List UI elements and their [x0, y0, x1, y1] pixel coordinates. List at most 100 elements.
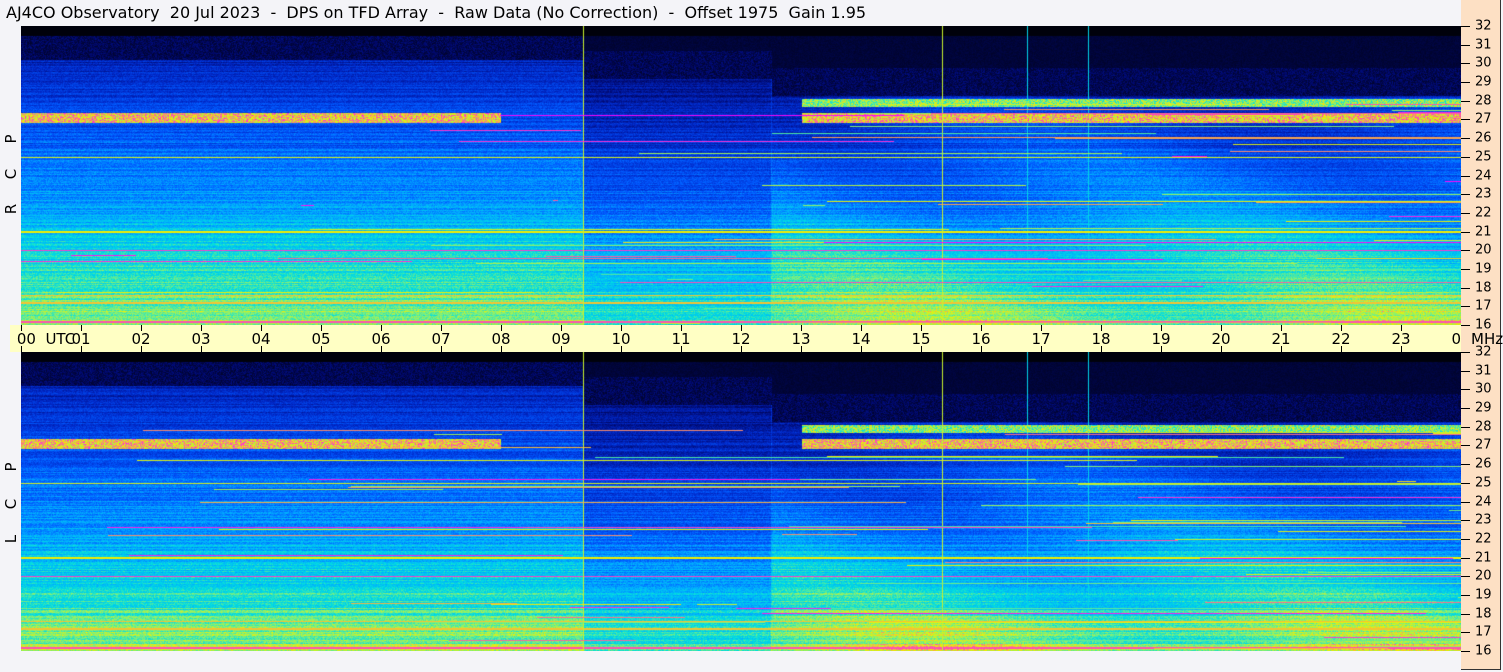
freq-label: 23	[1475, 512, 1492, 528]
freq-tick	[1461, 482, 1470, 484]
freq-tick	[1461, 82, 1470, 84]
chart-title: AJ4CO Observatory 20 Jul 2023 - DPS on T…	[6, 3, 867, 22]
time-label: 00 UTC	[16, 330, 76, 348]
freq-label: 22	[1475, 205, 1492, 221]
freq-tick	[1461, 175, 1470, 177]
time-label: 09	[551, 330, 571, 348]
time-label: 05	[311, 330, 331, 348]
freq-label: 25	[1475, 475, 1492, 491]
freq-tick	[1461, 520, 1470, 522]
freq-label: 29	[1475, 74, 1492, 90]
time-label: 11	[671, 330, 691, 348]
time-label: 01	[71, 330, 91, 348]
freq-label: 19	[1475, 261, 1492, 277]
freq-label: 30	[1475, 381, 1492, 397]
time-label: 07	[431, 330, 451, 348]
freq-label: 28	[1475, 419, 1492, 435]
time-label: 08	[491, 330, 511, 348]
freq-label: 28	[1475, 93, 1492, 109]
freq-label: 29	[1475, 400, 1492, 416]
freq-label: 26	[1475, 456, 1492, 472]
time-label: 06	[371, 330, 391, 348]
freq-tick	[1461, 576, 1470, 578]
freq-label: 18	[1475, 280, 1492, 296]
freq-tick	[1461, 557, 1470, 559]
time-label: 19	[1151, 330, 1171, 348]
freq-label: 31	[1475, 363, 1492, 379]
freq-tick	[1461, 370, 1470, 372]
freq-label: 20	[1475, 568, 1492, 584]
freq-label: 26	[1475, 130, 1492, 146]
time-label: 21	[1271, 330, 1291, 348]
freq-tick	[1461, 651, 1470, 652]
freq-label: 16	[1475, 643, 1492, 659]
freq-tick	[1461, 212, 1470, 214]
time-label: 04	[251, 330, 271, 348]
freq-label: 19	[1475, 587, 1492, 603]
polarization-label-p: P	[2, 134, 20, 144]
freq-label: 30	[1475, 55, 1492, 71]
freq-label: 18	[1475, 606, 1492, 622]
time-label: 03	[191, 330, 211, 348]
freq-tick	[1461, 501, 1470, 503]
freq-label: 27	[1475, 437, 1492, 453]
time-label: 13	[791, 330, 811, 348]
time-label: 17	[1031, 330, 1051, 348]
freq-tick	[1461, 538, 1470, 540]
freq-label: 25	[1475, 149, 1492, 165]
freq-tick	[1461, 138, 1470, 140]
freq-label: 27	[1475, 111, 1492, 127]
freq-tick	[1461, 389, 1470, 391]
time-label: 02	[131, 330, 151, 348]
freq-tick	[1461, 156, 1470, 158]
mhz-unit-label: MHz	[1471, 330, 1503, 348]
freq-label: 21	[1475, 224, 1492, 240]
time-label: 18	[1091, 330, 1111, 348]
freq-tick	[1461, 250, 1470, 252]
spectrogram-rcp	[21, 26, 1461, 325]
freq-label: 31	[1475, 37, 1492, 53]
freq-tick	[1461, 268, 1470, 270]
spectrogram-lcp	[21, 352, 1461, 651]
polarization-label-c: C	[2, 168, 20, 180]
polarization-label-r: R	[2, 203, 20, 215]
freq-label: 17	[1475, 624, 1492, 640]
freq-tick	[1461, 426, 1470, 428]
time-axis: 00 UTC 01 02 03 04 05 06 07 08 09 10 11 12 13 14 15 16 17…	[10, 325, 1471, 352]
freq-tick	[1461, 306, 1470, 308]
freq-label: 24	[1475, 494, 1492, 509]
freq-tick	[1461, 464, 1470, 466]
freq-tick	[1461, 100, 1470, 102]
freq-tick	[1461, 408, 1470, 410]
freq-tick	[1461, 613, 1470, 615]
freq-tick	[1461, 119, 1470, 121]
time-label: 15	[911, 330, 931, 348]
time-label: 23	[1391, 330, 1411, 348]
freq-label: 20	[1475, 242, 1492, 258]
freq-label: 23	[1475, 186, 1492, 202]
freq-label: 32	[1475, 18, 1492, 34]
time-label: 16	[971, 330, 991, 348]
time-label: 12	[731, 330, 751, 348]
polarization-label-c2: C	[2, 498, 20, 510]
time-label: 20	[1211, 330, 1231, 348]
freq-tick	[1461, 63, 1470, 65]
freq-tick	[1461, 632, 1470, 634]
freq-tick	[1461, 445, 1470, 447]
freq-label: 22	[1475, 531, 1492, 547]
freq-tick	[1461, 287, 1470, 289]
time-label: 14	[851, 330, 871, 348]
freq-tick	[1461, 194, 1470, 196]
freq-label: 17	[1475, 298, 1492, 314]
polarization-label-p2: P	[2, 462, 20, 472]
time-label: 10	[611, 330, 631, 348]
freq-tick	[1461, 231, 1470, 233]
time-label: 22	[1331, 330, 1351, 348]
freq-tick	[1461, 594, 1470, 596]
freq-tick	[1461, 325, 1470, 326]
polarization-label-l: L	[2, 534, 20, 544]
freq-tick	[1461, 44, 1470, 46]
freq-label: 24	[1475, 168, 1492, 183]
freq-tick	[1461, 26, 1470, 27]
freq-tick	[1461, 352, 1470, 353]
